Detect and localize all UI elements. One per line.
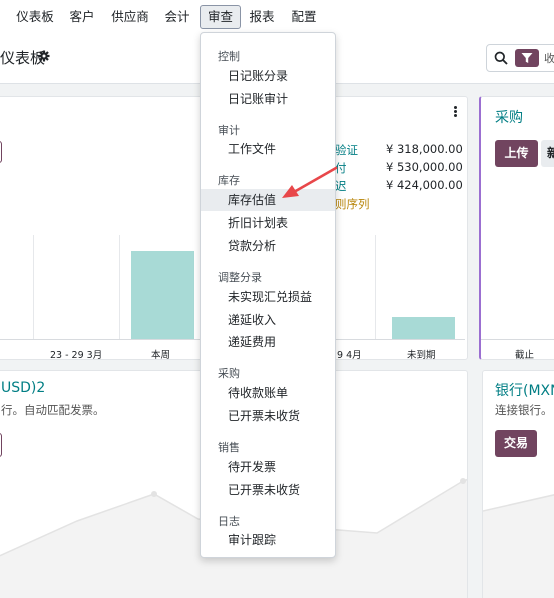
menu-item-deferred-expense[interactable]: 递延费用 [201, 331, 335, 353]
review-dropdown-menu: 控制 日记账分录 日记账审计 审计 工作文件 库存 库存估值 折旧计划表 贷款分… [200, 32, 336, 558]
filter-icon [521, 53, 533, 63]
menu-item-audit-trail[interactable]: 审计跟踪 [201, 529, 335, 551]
x-tick: 9 4月 [337, 350, 362, 360]
menu-section-log: 日志 [218, 515, 240, 528]
nav-dashboard[interactable]: 仪表板 [14, 5, 56, 29]
new-button[interactable]: 新 [541, 140, 554, 167]
menu-item-working-files[interactable]: 工作文件 [201, 138, 335, 160]
menu-section-control: 控制 [218, 50, 240, 63]
chart-axis [481, 339, 554, 340]
menu-item-invoiced-not-delivered[interactable]: 已开票未收货 [201, 479, 335, 501]
top-nav: 仪表板 客户 供应商 会计 审查 报表 配置 [0, 0, 554, 34]
menu-item-loan-analysis[interactable]: 贷款分析 [201, 235, 335, 257]
chart-bar[interactable] [131, 251, 194, 339]
menu-item-bills-to-receive[interactable]: 待收款账单 [201, 382, 335, 404]
grid-line [119, 235, 120, 339]
summary-label[interactable]: 验证 [335, 142, 358, 158]
menu-item-invoiced-not-received[interactable]: 已开票未收货 [201, 405, 335, 427]
grid-line [33, 235, 34, 339]
search-text: 收 [544, 52, 554, 65]
nav-vendors[interactable]: 供应商 [108, 5, 152, 29]
nav-accounting[interactable]: 会计 [162, 5, 192, 29]
x-tick: 未到期 [407, 350, 436, 360]
grid-line [375, 235, 376, 339]
purchase-card: 采购 上传 新 截止 [479, 96, 554, 360]
menu-item-deferred-revenue[interactable]: 递延收入 [201, 309, 335, 331]
balance-graph [483, 494, 554, 598]
bank-mxn-card: 银行(MXN 连接银行。 交易 [482, 370, 554, 598]
upload-button[interactable]: 上传 [495, 140, 538, 167]
menu-item-depreciation-schedule[interactable]: 折旧计划表 [201, 212, 335, 234]
card-title[interactable]: 采购 [495, 107, 523, 127]
x-tick: 23 - 29 3月 [50, 350, 103, 360]
menu-item-to-invoice[interactable]: 待开发票 [201, 456, 335, 478]
summary-amount: ¥ 424,000.00 [386, 178, 463, 192]
annotation-arrow-icon [282, 166, 338, 198]
menu-section-adjusting-entries: 调整分录 [218, 271, 262, 284]
nav-reports[interactable]: 报表 [247, 5, 277, 29]
kebab-menu-icon[interactable] [449, 103, 462, 119]
nav-configuration[interactable]: 配置 [289, 5, 319, 29]
menu-section-inventory: 库存 [218, 174, 240, 187]
gear-icon[interactable] [38, 50, 50, 62]
search-input[interactable]: 收 [486, 44, 554, 72]
menu-section-audit: 审计 [218, 124, 240, 137]
filter-chip[interactable] [515, 49, 539, 67]
summary-amount: ¥ 318,000.00 [386, 142, 463, 156]
menu-item-unrealized-gains[interactable]: 未实现汇兑损益 [201, 286, 335, 308]
chart-bar[interactable] [392, 317, 455, 339]
nav-review[interactable]: 审查 [200, 5, 241, 29]
x-tick: 截止 [515, 350, 535, 360]
sequence-link[interactable]: 则序列 [335, 196, 370, 212]
nav-customers[interactable]: 客户 [67, 5, 97, 29]
menu-item-journal-entries[interactable]: 日记账分录 [201, 65, 335, 87]
menu-section-purchase: 采购 [218, 367, 240, 380]
menu-section-sales: 销售 [218, 441, 240, 454]
search-icon[interactable] [494, 51, 508, 65]
menu-item-journal-audit[interactable]: 日记账审计 [201, 88, 335, 110]
x-tick: 本周 [151, 350, 171, 360]
card-button-edge[interactable] [0, 141, 2, 163]
summary-amount: ¥ 530,000.00 [386, 160, 463, 174]
